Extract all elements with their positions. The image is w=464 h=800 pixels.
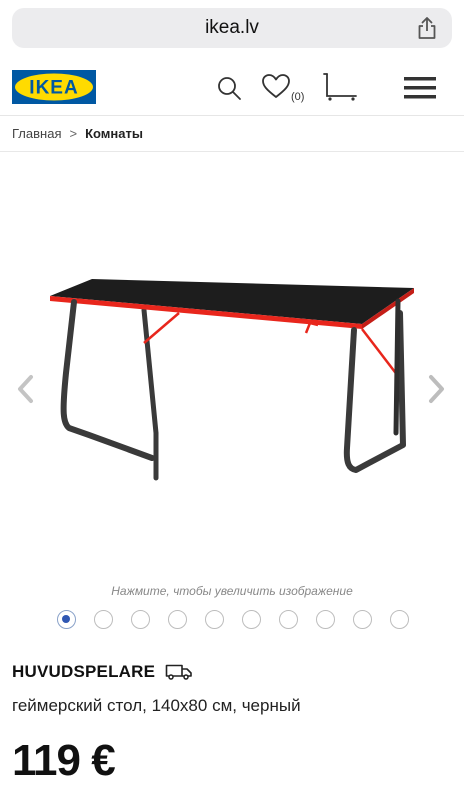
ikea-logo[interactable]: IKEA bbox=[12, 70, 96, 104]
product-gallery[interactable] bbox=[0, 153, 464, 583]
chevron-right-icon[interactable] bbox=[424, 373, 448, 405]
wishlist-count: (0) bbox=[291, 91, 305, 103]
logo-text: IKEA bbox=[29, 78, 78, 99]
site-header: IKEA bbox=[0, 60, 464, 116]
pagination-dot[interactable] bbox=[242, 610, 261, 629]
pagination-dot[interactable] bbox=[353, 610, 372, 629]
product-description: геймерский стол, 140x80 см, черный bbox=[12, 696, 301, 715]
share-icon[interactable] bbox=[416, 16, 438, 40]
breadcrumb: Главная > Комнаты bbox=[0, 116, 464, 152]
pagination-dot[interactable] bbox=[168, 610, 187, 629]
breadcrumb-current[interactable]: Комнаты bbox=[85, 126, 143, 141]
product-name: HUVUDSPELARE bbox=[12, 662, 156, 681]
url-text[interactable]: ikea.lv bbox=[12, 8, 452, 48]
pagination-dot[interactable] bbox=[94, 610, 113, 629]
pagination-dot[interactable] bbox=[57, 610, 76, 629]
cart-icon[interactable] bbox=[322, 72, 360, 104]
heart-icon[interactable] bbox=[261, 73, 291, 99]
pagination-dot[interactable] bbox=[205, 610, 224, 629]
breadcrumb-home[interactable]: Главная bbox=[12, 126, 61, 141]
breadcrumb-separator: > bbox=[69, 126, 78, 141]
product-price: 119 € bbox=[12, 736, 116, 785]
chevron-left-icon[interactable] bbox=[14, 373, 38, 405]
pagination-dot[interactable] bbox=[279, 610, 298, 629]
zoom-hint: Нажмите, чтобы увеличить изображение bbox=[111, 584, 353, 598]
pagination-dot[interactable] bbox=[316, 610, 335, 629]
pagination-dot[interactable] bbox=[131, 610, 150, 629]
pagination-dot[interactable] bbox=[390, 610, 409, 629]
product-image[interactable] bbox=[44, 273, 424, 513]
menu-icon[interactable] bbox=[404, 76, 436, 100]
delivery-truck-icon bbox=[165, 664, 192, 680]
browser-chrome: ikea.lv bbox=[0, 0, 464, 60]
address-bar[interactable]: ikea.lv bbox=[12, 8, 452, 48]
search-icon[interactable] bbox=[216, 75, 242, 101]
